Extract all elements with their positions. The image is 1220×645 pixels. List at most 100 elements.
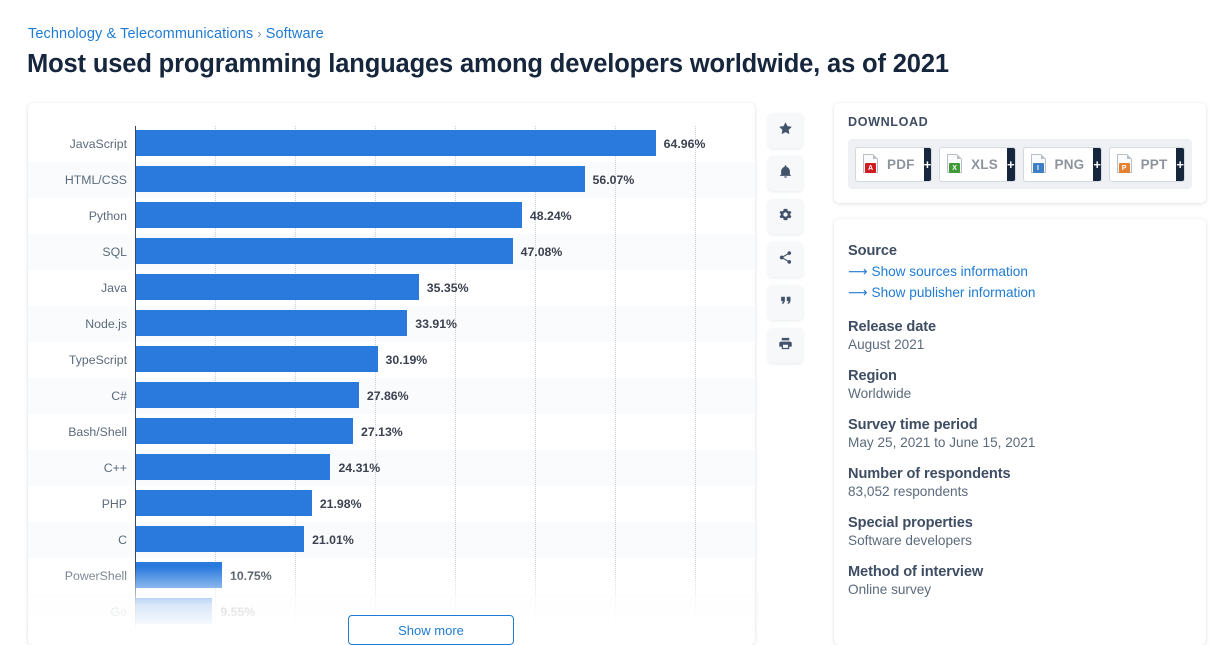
chart-bar[interactable] <box>136 202 522 228</box>
page-title: Most used programming languages among de… <box>27 50 949 79</box>
show-sources-information-label: Show sources information <box>872 264 1028 279</box>
download-png-button[interactable]: IPNG+ <box>1023 147 1102 182</box>
chart-category-label: TypeScript <box>28 353 127 367</box>
download-pdf-button[interactable]: APDF+ <box>855 147 932 182</box>
info-heading: Method of interview <box>848 564 1192 580</box>
download-ppt-label: PPT <box>1135 157 1177 172</box>
breadcrumb-item-subcategory[interactable]: Software <box>266 26 324 42</box>
chart-category-label: SQL <box>28 245 127 259</box>
share-button[interactable] <box>768 242 803 277</box>
download-png-label: PNG <box>1049 157 1094 172</box>
download-xls-button[interactable]: XXLS+ <box>939 147 1015 182</box>
print-icon <box>778 336 793 356</box>
alert-button[interactable] <box>768 156 803 191</box>
chart-bar[interactable] <box>136 310 407 336</box>
chart-category-label: C++ <box>28 461 127 475</box>
chart-bar[interactable] <box>136 238 513 264</box>
settings-button[interactable] <box>768 199 803 234</box>
chart-bar[interactable] <box>136 562 222 588</box>
chart-bar[interactable] <box>136 490 312 516</box>
arrow-right-icon: ⟶ <box>848 264 868 279</box>
source-info-card: Source ⟶ Show sources information ⟶Show p… <box>834 219 1206 645</box>
show-publisher-information-label: Show publisher information <box>872 285 1036 300</box>
quote-icon <box>778 293 793 313</box>
chart-gridline <box>615 126 616 645</box>
breadcrumb: Technology & Telecommunications›Software <box>28 26 324 42</box>
chart-bar-value: 9.55% <box>220 605 255 619</box>
chart-bar[interactable] <box>136 274 419 300</box>
info-heading: Release date <box>848 319 1192 335</box>
chart-category-label: JavaScript <box>28 137 127 151</box>
chart-gridline <box>535 126 536 645</box>
info-block: Region Worldwide <box>848 368 1192 401</box>
chart-category-label: Java <box>28 281 127 295</box>
share-icon <box>778 250 793 270</box>
source-heading: Source <box>848 243 1192 259</box>
file-pdf-icon: A <box>863 154 881 174</box>
info-blocks: Release date August 2021 Region Worldwide Su… <box>848 319 1192 597</box>
chart-category-label: PowerShell <box>28 569 127 583</box>
info-block: Method of interview Online survey <box>848 564 1192 597</box>
info-heading: Region <box>848 368 1192 384</box>
file-xls-icon: X <box>947 154 965 174</box>
chart-bar-value: 35.35% <box>427 281 469 295</box>
bell-icon <box>778 164 793 184</box>
download-xls-expand[interactable]: + <box>1007 148 1015 181</box>
info-value: Worldwide <box>848 386 1192 401</box>
download-pdf-expand[interactable]: + <box>924 148 932 181</box>
chart-bar[interactable] <box>136 382 359 408</box>
info-block: Number of respondents83,052 respondents <box>848 466 1192 499</box>
show-sources-information-link[interactable]: ⟶ Show sources information <box>848 261 1192 282</box>
chart-category-label: C <box>28 533 127 547</box>
chart-bar[interactable] <box>136 598 212 624</box>
download-pdf-label: PDF <box>881 157 924 172</box>
chart-bar-value: 27.13% <box>361 425 403 439</box>
chart-category-label: Python <box>28 209 127 223</box>
info-value: August 2021 <box>848 337 1192 352</box>
chart-bar-value: 24.31% <box>338 461 380 475</box>
chart-category-label: C# <box>28 389 127 403</box>
chart-bar[interactable] <box>136 346 378 372</box>
chart-bar-value: 64.96% <box>664 137 706 151</box>
download-ppt-expand[interactable]: + <box>1176 148 1184 181</box>
file-ppt-icon: P <box>1117 154 1135 174</box>
favorite-button[interactable] <box>768 113 803 148</box>
chart-bar-value: 30.19% <box>386 353 428 367</box>
bar-chart-plot: JavaScript64.96%HTML/CSS56.07%Python48.2… <box>28 103 755 645</box>
chart-category-label: HTML/CSS <box>28 173 127 187</box>
info-value: Software developers <box>848 533 1192 548</box>
chart-bar[interactable] <box>136 130 656 156</box>
breadcrumb-item-category[interactable]: Technology & Telecommunications <box>28 26 253 42</box>
chart-bar[interactable] <box>136 166 585 192</box>
chart-category-label: PHP <box>28 497 127 511</box>
info-value: 83,052 respondents <box>848 484 1192 499</box>
info-heading: Special properties <box>848 515 1192 531</box>
info-block: Survey time periodMay 25, 2021 to June 1… <box>848 417 1192 450</box>
download-title: DOWNLOAD <box>848 115 928 129</box>
info-value: Online survey <box>848 582 1192 597</box>
chart-bar[interactable] <box>136 454 330 480</box>
download-ppt-button[interactable]: PPPT+ <box>1109 147 1185 182</box>
print-button[interactable] <box>768 328 803 363</box>
chart-bar[interactable] <box>136 526 304 552</box>
gear-icon <box>778 207 793 227</box>
statista-chart-page: Technology & Telecommunications›Software… <box>0 0 1220 645</box>
show-publisher-information-link[interactable]: ⟶Show publisher information <box>848 282 1192 303</box>
download-png-expand[interactable]: + <box>1093 148 1101 181</box>
info-block: Special properties Software developers <box>848 515 1192 548</box>
chart-category-label: Bash/Shell <box>28 425 127 439</box>
download-buttons-row: APDF+XXLS+IPNG+PPPT+ <box>848 139 1192 189</box>
chart-bar-value: 21.98% <box>320 497 362 511</box>
chart-bar-value: 47.08% <box>521 245 563 259</box>
file-png-icon: I <box>1031 154 1049 174</box>
chart-bar-value: 33.91% <box>415 317 457 331</box>
cite-button[interactable] <box>768 285 803 320</box>
star-icon <box>778 121 793 141</box>
chart-category-label: Node.js <box>28 317 127 331</box>
chart-bar[interactable] <box>136 418 353 444</box>
chart-category-label: Go <box>28 605 127 619</box>
source-block: Source ⟶ Show sources information ⟶Show p… <box>848 243 1192 303</box>
chart-card: JavaScript64.96%HTML/CSS56.07%Python48.2… <box>28 103 755 645</box>
chart-bar-value: 27.86% <box>367 389 409 403</box>
show-more-button[interactable]: Show more <box>348 615 514 645</box>
